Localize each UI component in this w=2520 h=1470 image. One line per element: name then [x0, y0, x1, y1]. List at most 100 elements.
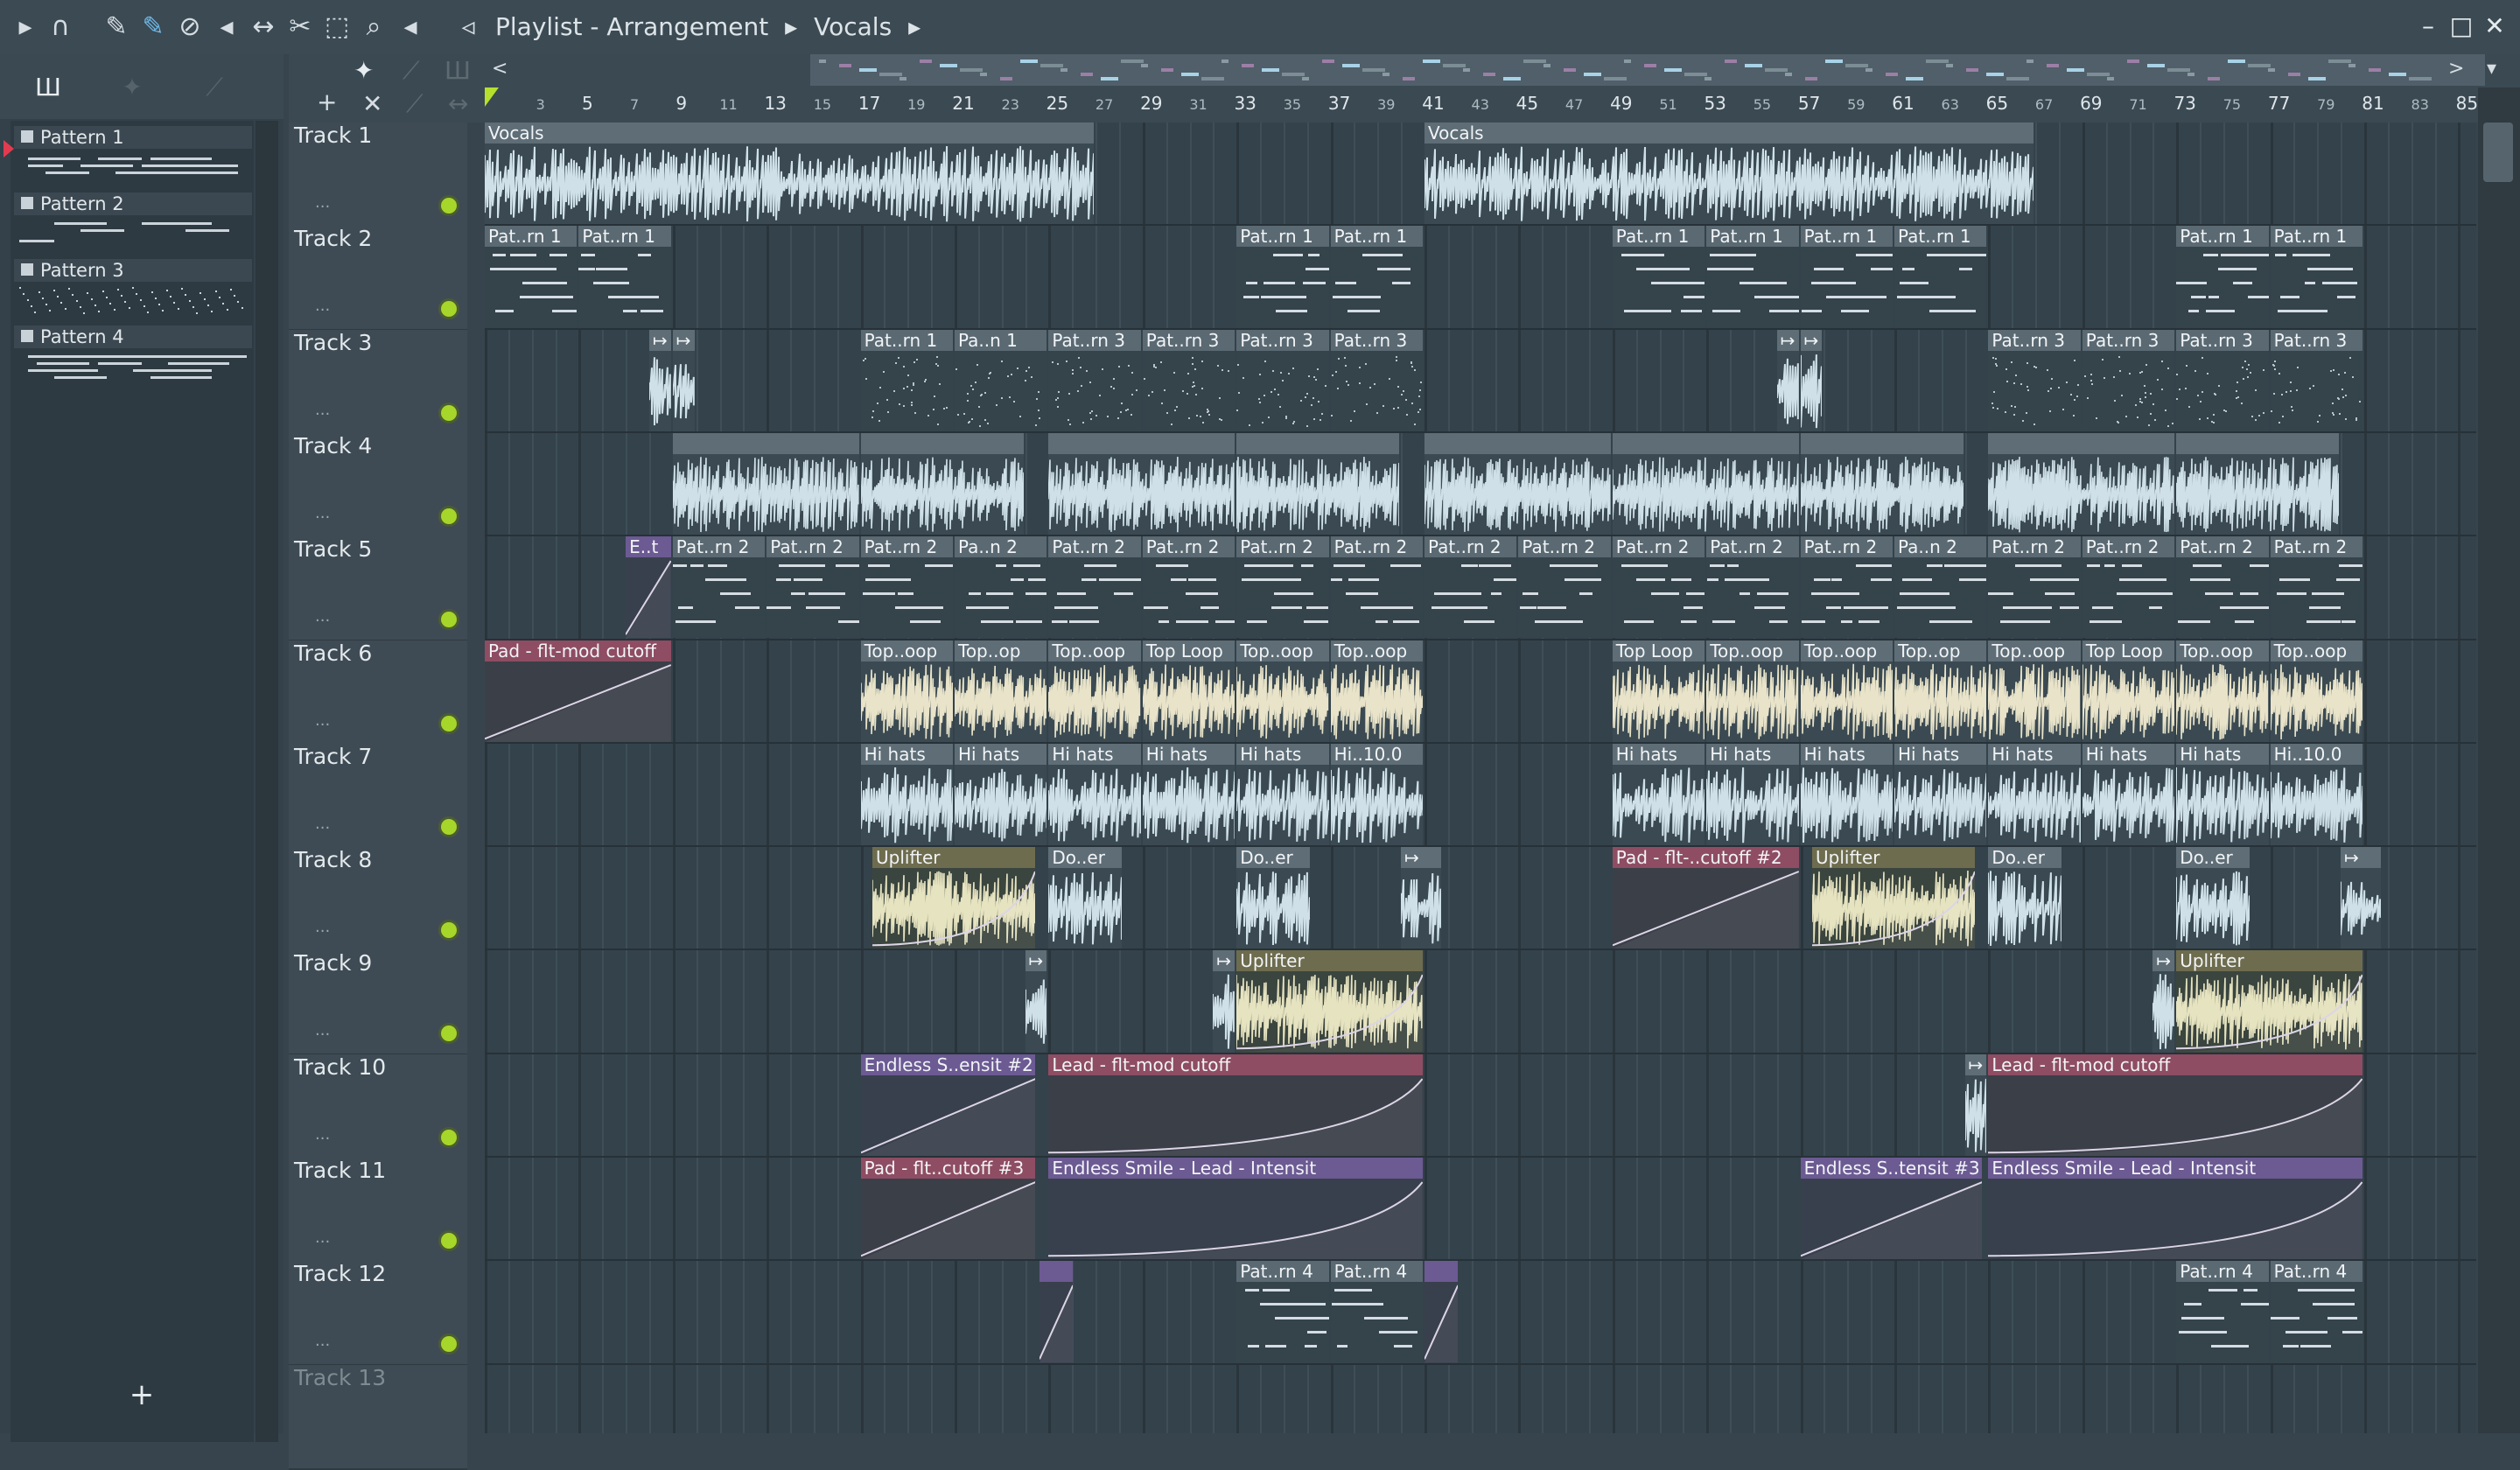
track-grip-icon[interactable]: ···: [315, 716, 330, 734]
track-header[interactable]: Track 4 ···: [289, 432, 467, 538]
audio-clip[interactable]: Hi..10.0: [1330, 743, 1423, 846]
pattern-clip[interactable]: Pat..rn 1: [2270, 226, 2362, 328]
pattern-clip[interactable]: Pat..rn 1: [485, 226, 578, 328]
audio-clip[interactable]: Hi..10.0: [2270, 743, 2362, 846]
track-grip-icon[interactable]: ···: [315, 612, 330, 630]
scroll-right-button[interactable]: >: [2448, 54, 2464, 84]
pattern-clip[interactable]: Pat..rn 2: [2270, 536, 2362, 639]
audio-clip[interactable]: ↦: [1964, 1054, 1987, 1156]
audio-clip[interactable]: Hi hats: [2082, 743, 2175, 846]
pattern-clip[interactable]: Pat..rn 2: [1048, 536, 1141, 639]
audio-clip[interactable]: Top..oop: [2176, 640, 2269, 742]
audio-clip[interactable]: Top Loop: [1612, 640, 1705, 742]
audio-clip[interactable]: Top Loop: [1142, 640, 1236, 742]
audio-clip[interactable]: Hi hats: [1048, 743, 1141, 846]
vertical-scrollbar[interactable]: [2478, 88, 2520, 1433]
pattern-clip[interactable]: Pat..rn 3: [1048, 329, 1141, 431]
play-icon[interactable]: ▸: [10, 12, 40, 42]
pattern-clip[interactable]: Pat..rn 2: [1706, 536, 1799, 639]
track-enable-toggle[interactable]: [441, 301, 457, 318]
track-enable-toggle[interactable]: [441, 508, 457, 524]
track-enable-toggle[interactable]: [441, 404, 457, 421]
scroll-left-button[interactable]: <: [492, 54, 508, 84]
track-grip-icon[interactable]: ···: [315, 922, 330, 941]
track-grip-icon[interactable]: ···: [315, 819, 330, 837]
pattern-clip[interactable]: Pat..rn 2: [672, 536, 766, 639]
pattern-clip[interactable]: Pat..rn 2: [1424, 536, 1517, 639]
track-grip-icon[interactable]: ···: [315, 1026, 330, 1044]
pattern-clip[interactable]: Pat..rn 2: [860, 536, 953, 639]
mute-icon[interactable]: ◂: [212, 12, 242, 42]
track-grip-icon[interactable]: ···: [315, 1130, 330, 1148]
audio-clip[interactable]: Hi hats: [1236, 743, 1329, 846]
audio-clip[interactable]: ↦: [2152, 950, 2175, 1053]
piano-icon[interactable]: Ш: [444, 56, 471, 86]
audio-clip[interactable]: Top..op: [955, 640, 1047, 742]
audio-clip[interactable]: Do..er: [1048, 847, 1123, 949]
audio-clip[interactable]: ↦: [1213, 950, 1236, 1053]
close-button[interactable]: ✕: [2478, 9, 2511, 44]
close-clip-button[interactable]: ✕: [362, 89, 382, 119]
track-header[interactable]: Track 8 ···: [289, 847, 467, 953]
automation-clip[interactable]: Pad - flt-..cutoff #2: [1612, 847, 1799, 949]
pattern-clip[interactable]: Pat..rn 4: [1330, 1261, 1423, 1363]
track-enable-toggle[interactable]: [441, 1026, 457, 1042]
audio-clip[interactable]: Hi hats: [1612, 743, 1705, 846]
pattern-clip[interactable]: Pat..rn 1: [2176, 226, 2269, 328]
audio-clip[interactable]: [860, 432, 1024, 536]
automation-clip[interactable]: Lead - flt-mod cutoff: [1048, 1054, 1423, 1156]
audio-clip[interactable]: [1612, 432, 1799, 536]
slip-icon[interactable]: ↔: [248, 12, 278, 42]
audio-clip[interactable]: Uplifter: [2176, 950, 2362, 1053]
audio-clip[interactable]: Top..oop: [1800, 640, 1893, 742]
audio-clip[interactable]: ↦: [1800, 329, 1823, 431]
pattern-clip[interactable]: Pat..rn 1: [1330, 226, 1423, 328]
delete-icon[interactable]: ⊘: [175, 12, 205, 42]
track-header[interactable]: Track 11 ···: [289, 1158, 467, 1263]
audio-clip[interactable]: Top..oop: [860, 640, 953, 742]
track-enable-toggle[interactable]: [441, 612, 457, 628]
pattern-clip[interactable]: Pat..rn 2: [1612, 536, 1705, 639]
audio-clip[interactable]: Uplifter: [1812, 847, 1975, 949]
track-enable-toggle[interactable]: [441, 922, 457, 939]
pattern-clip[interactable]: Pa..n 2: [955, 536, 1047, 639]
audio-clip[interactable]: Uplifter: [872, 847, 1035, 949]
audio-clip[interactable]: ↦: [2341, 847, 2382, 949]
track-enable-toggle[interactable]: [441, 715, 457, 732]
audio-clip[interactable]: Hi hats: [2176, 743, 2269, 846]
pattern-item[interactable]: Pattern 2: [14, 192, 252, 256]
add-track-button[interactable]: +: [317, 88, 337, 117]
audio-clip[interactable]: [1048, 432, 1236, 536]
pattern-clip[interactable]: Pat..rn 1: [1894, 226, 1987, 328]
pattern-clip[interactable]: Pat..rn 3: [2270, 329, 2362, 431]
audio-clip[interactable]: Vocals: [485, 122, 1095, 225]
automation-clip[interactable]: [1039, 1261, 1073, 1363]
track-enable-toggle[interactable]: [441, 1129, 457, 1145]
audio-clip[interactable]: Top..oop: [2270, 640, 2362, 742]
pattern-clip[interactable]: Pat..rn 2: [1236, 536, 1329, 639]
audio-clip[interactable]: Do..er: [2176, 847, 2250, 949]
automation-clip[interactable]: Endless S..ensit #2: [860, 1054, 1035, 1156]
automation-clip[interactable]: Endless Smile - Lead - Intensit: [1988, 1158, 2362, 1260]
select-icon[interactable]: ⬚: [322, 12, 352, 42]
pattern-clip[interactable]: Pat..rn 2: [766, 536, 859, 639]
automation-clip[interactable]: Pad - flt-mod cutoff: [485, 640, 671, 742]
magnet-icon[interactable]: ∩: [46, 12, 75, 42]
track-grip-icon[interactable]: ···: [315, 301, 330, 319]
pattern-clip[interactable]: Pat..rn 2: [2082, 536, 2175, 639]
pattern-clip[interactable]: Pat..rn 2: [1988, 536, 2081, 639]
zoom-icon[interactable]: ⌕: [359, 12, 388, 42]
pattern-clip[interactable]: Pat..rn 1: [860, 329, 953, 431]
track-grip-icon[interactable]: ···: [315, 1336, 330, 1354]
automation-clip[interactable]: Endless Smile - Lead - Intensit: [1048, 1158, 1423, 1260]
pattern-clip[interactable]: Pat..rn 3: [1330, 329, 1423, 431]
add-pattern-button[interactable]: +: [0, 1377, 284, 1412]
pattern-clip[interactable]: Pat..rn 1: [1236, 226, 1329, 328]
pattern-clip[interactable]: Pat..rn 3: [1236, 329, 1329, 431]
link-icon[interactable]: ⟋: [402, 56, 420, 86]
slice-icon[interactable]: ✂: [285, 12, 315, 42]
playback-icon[interactable]: ◂: [396, 12, 425, 42]
automation-icon[interactable]: ⟋: [194, 70, 234, 105]
track-enable-toggle[interactable]: [441, 1336, 457, 1353]
audio-clip[interactable]: Top..op: [1894, 640, 1987, 742]
